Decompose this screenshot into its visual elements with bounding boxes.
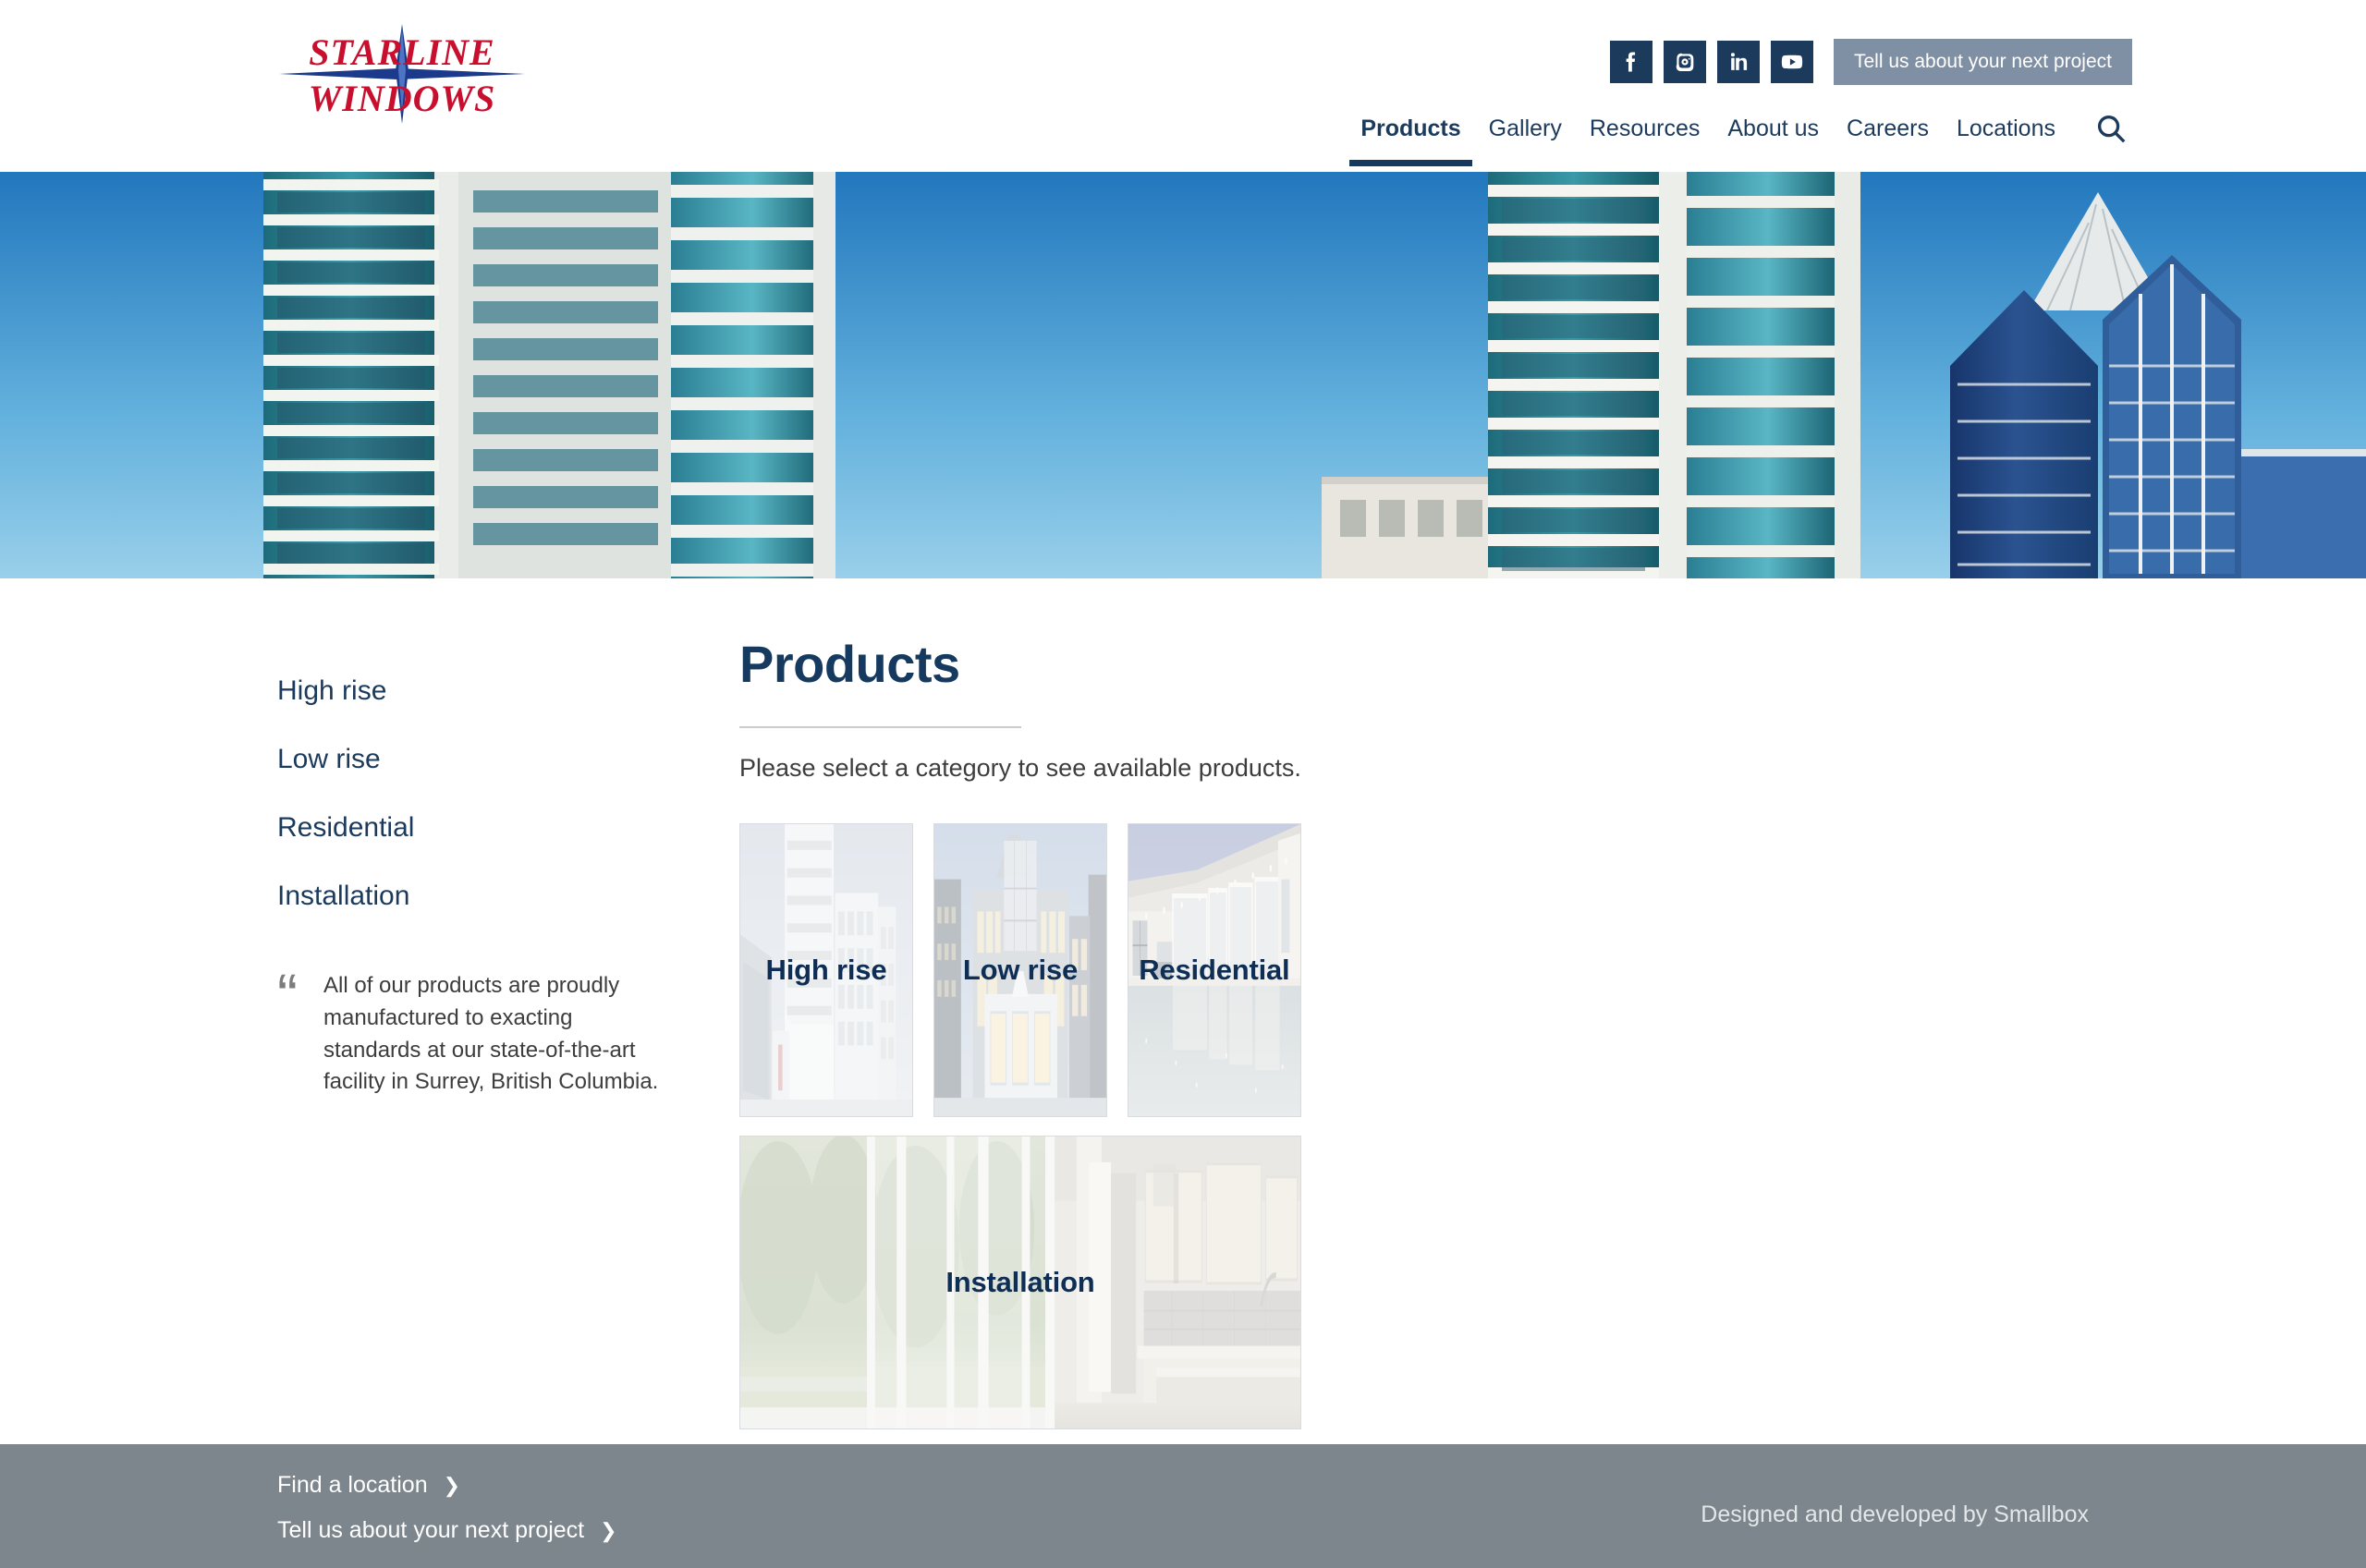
instagram-icon[interactable]: [1664, 41, 1706, 83]
sidebar-item-residential[interactable]: Residential: [277, 812, 739, 844]
products-panel: Products Please select a category to see…: [739, 578, 1301, 1429]
sidebar-item-installation[interactable]: Installation: [277, 881, 739, 912]
footer-credit[interactable]: Designed and developed by Smallbox: [1701, 1501, 2089, 1528]
category-card-installation[interactable]: Installation: [739, 1135, 1301, 1429]
card-label-high-rise: High rise: [765, 953, 887, 986]
category-card-residential[interactable]: Residential: [1127, 822, 1301, 1117]
sidebar-item-low-rise[interactable]: Low rise: [277, 744, 739, 775]
page-title: Products: [739, 635, 960, 693]
starline-windows-logo[interactable]: STARLINE WINDOWS: [277, 24, 527, 126]
nav-item-careers[interactable]: Careers: [1833, 117, 1943, 166]
site-footer: Find a location ❯ Tell us about your nex…: [0, 1444, 2366, 1568]
svg-text:STARLINE: STARLINE: [309, 31, 494, 73]
nav-item-gallery[interactable]: Gallery: [1475, 117, 1576, 166]
youtube-icon[interactable]: [1771, 41, 1813, 83]
facebook-icon[interactable]: [1610, 41, 1653, 83]
tell-us-about-project-button[interactable]: Tell us about your next project: [1834, 39, 2132, 85]
chevron-right-icon: ❯: [600, 1519, 617, 1542]
category-cards-row: High rise Low rise Residential: [739, 822, 1301, 1117]
nav-item-resources[interactable]: Resources: [1576, 117, 1714, 166]
chevron-right-icon: ❯: [443, 1474, 460, 1497]
nav-item-about-us[interactable]: About us: [1714, 117, 1833, 166]
quote-mark-icon: “: [277, 961, 298, 1029]
footer-link-tell-us-about-project[interactable]: Tell us about your next project ❯: [277, 1517, 617, 1544]
footer-links: Find a location ❯ Tell us about your nex…: [277, 1472, 617, 1562]
card-label-residential: Residential: [1139, 953, 1290, 986]
nav-item-locations[interactable]: Locations: [1943, 117, 2069, 166]
category-sidebar: High rise Low rise Residential Installat…: [277, 578, 739, 1429]
footer-link-find-a-location-label: Find a location: [277, 1472, 428, 1498]
search-icon[interactable]: [2069, 111, 2132, 166]
hero-artwork: [0, 172, 2366, 578]
main-content: High rise Low rise Residential Installat…: [0, 578, 2366, 1444]
card-label-installation: Installation: [945, 1265, 1095, 1298]
nav-item-products[interactable]: Products: [1347, 117, 1474, 166]
social-links: Tell us about your next project: [1610, 39, 2132, 85]
title-divider: [739, 725, 1021, 728]
svg-text:WINDOWS: WINDOWS: [309, 78, 496, 119]
sidebar-item-high-rise[interactable]: High rise: [277, 675, 739, 707]
manufacturing-quote: “ All of our products are proudly manufa…: [277, 965, 675, 1099]
card-label-low-rise: Low rise: [962, 953, 1078, 986]
logo-artwork: STARLINE WINDOWS: [279, 24, 525, 124]
site-header: STARLINE WINDOWS Tell us about your next…: [0, 0, 2366, 172]
main-navigation: Products Gallery Resources About us Care…: [1347, 111, 2132, 166]
footer-link-tell-us-label: Tell us about your next project: [277, 1517, 585, 1543]
quote-text: All of our products are proudly manufact…: [323, 973, 659, 1095]
category-card-low-rise[interactable]: Low rise: [933, 822, 1107, 1117]
hero-banner: [0, 172, 2366, 578]
page-lead-text: Please select a category to see availabl…: [739, 753, 1301, 782]
footer-link-find-a-location[interactable]: Find a location ❯: [277, 1472, 617, 1499]
linkedin-icon[interactable]: [1717, 41, 1760, 83]
category-card-high-rise[interactable]: High rise: [739, 822, 913, 1117]
